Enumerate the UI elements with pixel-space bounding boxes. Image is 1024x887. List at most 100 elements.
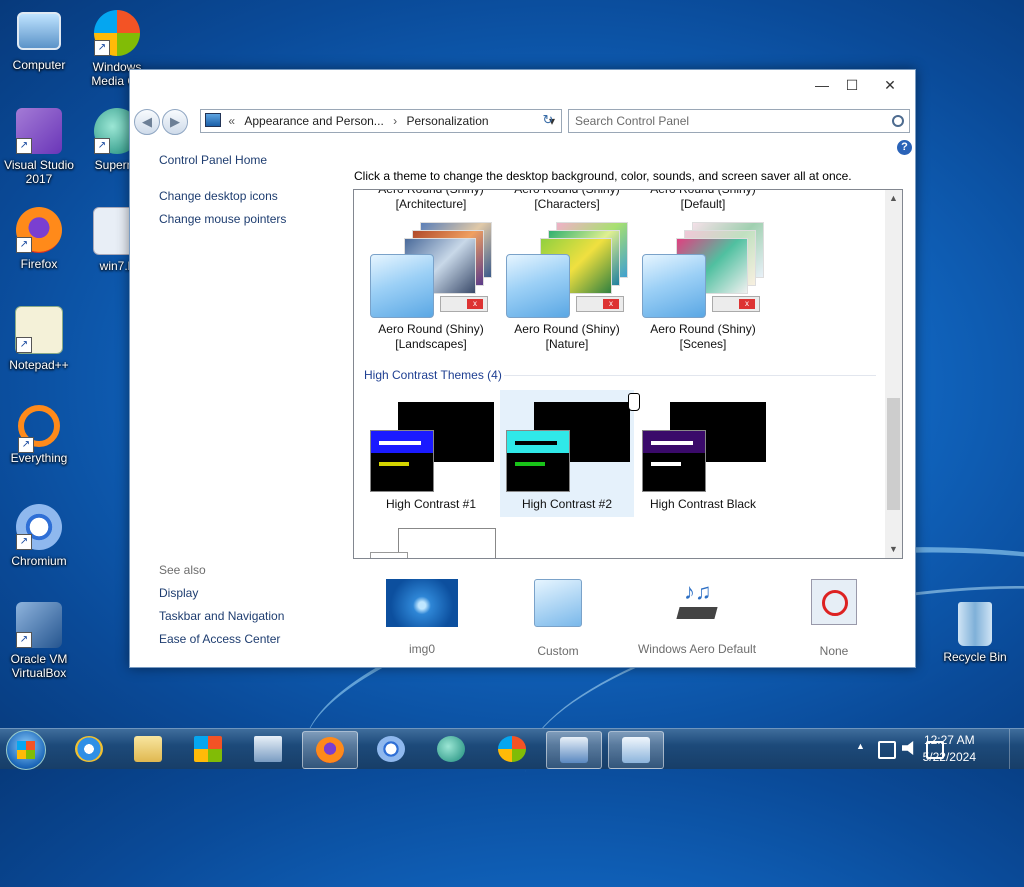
taskbar-internet-explorer[interactable] [62, 731, 116, 767]
show-desktop-button[interactable] [1009, 729, 1024, 769]
desktop-icon-virtualbox[interactable]: ↗ Oracle VM VirtualBox [1, 598, 77, 680]
close-icon: x [739, 299, 755, 309]
theme-subname: [Default] [680, 197, 726, 211]
sounds-icon: ♪♫ [674, 579, 720, 625]
display-link[interactable]: Display [159, 586, 198, 600]
scrollbar-thumb[interactable] [887, 398, 900, 510]
theme-aero-nature[interactable]: x Aero Round (Shiny) [Nature] [500, 218, 634, 352]
desktop-icon-label: Everything [10, 451, 68, 465]
high-contrast-group-heading[interactable]: High Contrast Themes (4) [364, 368, 502, 382]
theme-subname: [Characters] [534, 197, 600, 211]
taskbar-control-panel[interactable] [546, 731, 602, 769]
system-clock[interactable]: 12:27 AM 5/22/2024 [923, 732, 976, 766]
search-placeholder: Search Control Panel [575, 114, 690, 128]
desktop-icon-label: Notepad++ [9, 358, 69, 372]
taskbar-windows-media[interactable] [485, 731, 539, 767]
theme-preview-window: x [712, 296, 760, 312]
windows-logo-icon [498, 736, 526, 762]
maximize-button[interactable]: ☐ [840, 76, 864, 94]
taskbar-store[interactable] [181, 731, 235, 767]
desktop-icon-chromium[interactable]: ↗ Chromium [1, 500, 77, 568]
control-panel-icon [560, 737, 588, 763]
theme-subname: [Landscapes] [395, 337, 467, 351]
theme-name: High Contrast #1 [385, 497, 477, 511]
refresh-icon[interactable]: ↻ [538, 110, 558, 130]
no-screensaver-icon [811, 579, 857, 625]
theme-aero-architecture[interactable]: Aero Round (Shiny) [Architecture] [364, 190, 498, 212]
theme-aero-landscapes[interactable]: x Aero Round (Shiny) [Landscapes] [364, 218, 498, 352]
taskbar-chromium[interactable] [364, 731, 418, 767]
screen-saver-setting[interactable]: None [774, 579, 894, 658]
shortcut-arrow-icon: ↗ [18, 437, 34, 453]
breadcrumb-separator[interactable]: › [393, 114, 397, 128]
forward-button[interactable]: ▶ [162, 109, 188, 135]
vertical-scrollbar[interactable]: ▲ ▼ [885, 190, 902, 558]
everything-icon: ↗ [18, 405, 60, 453]
window-color-setting[interactable]: Custom [498, 579, 618, 658]
theme-name: Aero Round (Shiny) [514, 322, 620, 336]
desktop-icon-notepadpp[interactable]: ↗ Notepad++ [1, 302, 77, 372]
taskbar-supermium[interactable] [424, 731, 478, 767]
network-icon[interactable] [878, 741, 896, 759]
desktop-background-setting[interactable]: img0 [362, 579, 482, 656]
theme-high-contrast-black[interactable]: High Contrast Black [636, 390, 770, 517]
theme-name: Aero Round (Shiny) [650, 189, 756, 196]
breadcrumb-appearance[interactable]: Appearance and Person... [244, 114, 383, 128]
taskbar-firefox[interactable] [302, 731, 358, 769]
theme-subname: [Nature] [545, 337, 589, 351]
taskbar-file-explorer[interactable] [121, 731, 175, 767]
hc2-bar2 [515, 462, 545, 466]
hc1-bar2 [379, 462, 409, 466]
help-icon[interactable]: ? [897, 140, 912, 155]
desktop-icon-everything[interactable]: ↗ Everything [1, 401, 77, 465]
title-bar[interactable]: — ☐ ✕ [130, 70, 915, 102]
virtualbox-icon: ↗ [16, 602, 62, 648]
see-also-heading: See also [159, 563, 206, 577]
windows-logo-icon: ↗ [94, 10, 140, 56]
desktop-icon-firefox[interactable]: ↗ Firefox [1, 203, 77, 271]
change-desktop-icons-link[interactable]: Change desktop icons [159, 189, 278, 203]
close-icon: x [467, 299, 483, 309]
breadcrumb-personalization[interactable]: Personalization [407, 114, 489, 128]
control-panel-home-link[interactable]: Control Panel Home [159, 153, 267, 167]
close-button[interactable]: ✕ [878, 76, 902, 94]
theme-high-contrast-white[interactable] [398, 528, 496, 558]
show-hidden-icons-button[interactable]: ▲ [856, 741, 865, 751]
folder-icon [134, 736, 162, 762]
desktop-icon-recycle-bin[interactable]: Recycle Bin [937, 598, 1013, 664]
change-mouse-pointers-link[interactable]: Change mouse pointers [159, 212, 286, 226]
sounds-setting[interactable]: ♪♫ Windows Aero Default [637, 579, 757, 656]
theme-list[interactable]: Aero Round (Shiny) [Architecture] Aero R… [353, 189, 903, 559]
recycle-bin-icon [958, 602, 992, 646]
theme-aero-characters[interactable]: Aero Round (Shiny) [Characters] [500, 190, 634, 212]
chromium-icon [377, 736, 405, 762]
close-icon: x [603, 299, 619, 309]
address-bar[interactable]: « Appearance and Person... › Personaliza… [200, 109, 562, 133]
minimize-button[interactable]: — [810, 76, 834, 94]
search-input[interactable]: Search Control Panel [568, 109, 910, 133]
theme-high-contrast-1[interactable]: High Contrast #1 [364, 390, 498, 517]
group-divider [504, 375, 876, 376]
scroll-down-icon[interactable]: ▼ [885, 541, 902, 558]
setting-label: img0 [408, 642, 435, 656]
theme-high-contrast-2[interactable]: High Contrast #2 [500, 390, 640, 517]
volume-muted-icon[interactable] [902, 741, 914, 755]
scroll-up-icon[interactable]: ▲ [885, 190, 902, 207]
start-button[interactable] [6, 730, 46, 770]
theme-aero-scenes[interactable]: x Aero Round (Shiny) [Scenes] [636, 218, 770, 352]
remote-desktop-icon [254, 736, 282, 762]
chromium-icon: ↗ [16, 504, 62, 550]
taskbar-personalization[interactable] [608, 731, 664, 769]
theme-subname: [Scenes] [679, 337, 727, 351]
search-icon[interactable] [892, 115, 904, 127]
desktop-icon-computer[interactable]: Computer [1, 6, 77, 72]
back-button[interactable]: ◀ [134, 109, 160, 135]
ease-of-access-link[interactable]: Ease of Access Center [159, 632, 280, 646]
theme-name: Aero Round (Shiny) [378, 322, 484, 336]
taskbar-navigation-link[interactable]: Taskbar and Navigation [159, 609, 284, 623]
taskbar-remote-desktop[interactable] [241, 731, 295, 767]
theme-name: High Contrast #2 [521, 497, 613, 511]
intro-text: Click a theme to change the desktop back… [354, 169, 852, 183]
theme-aero-default[interactable]: Aero Round (Shiny) [Default] [636, 189, 770, 212]
desktop-icon-visual-studio[interactable]: ↗ Visual Studio 2017 [1, 104, 77, 186]
